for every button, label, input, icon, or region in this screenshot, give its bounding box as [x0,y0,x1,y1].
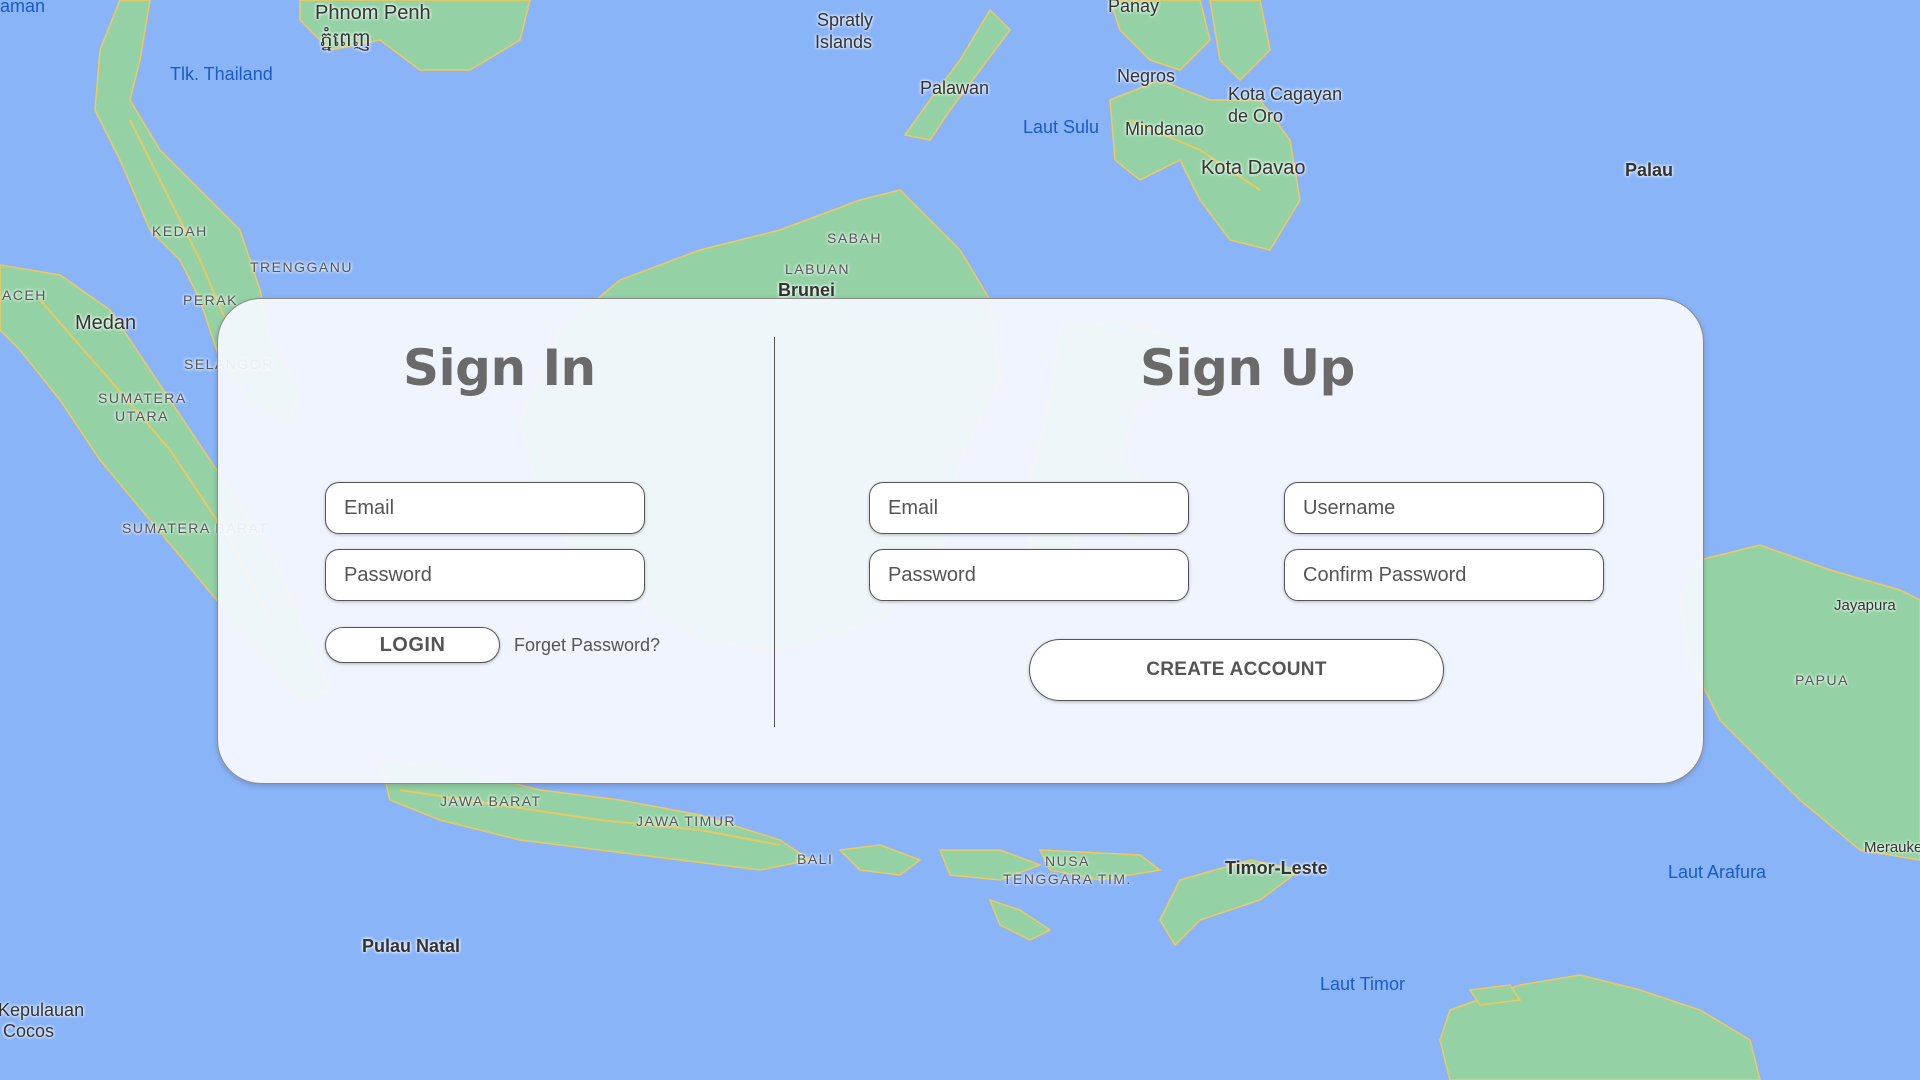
map-label: Palawan [920,78,990,98]
map-label: Kota Davao [1201,157,1306,179]
map-label: KEDAH [152,223,208,239]
map-label: Laut Arafura [1668,862,1767,882]
panel-divider [774,337,775,727]
map-label: Pulau Natal [362,936,461,956]
map-label: TRENGGANU [250,259,353,275]
map-label: BALI [797,851,834,867]
map-label: PAPUA [1795,672,1849,688]
map-label: Cocos [3,1021,55,1041]
map-label: Kota Cagayan [1228,84,1343,104]
map-label: SABAH [827,230,882,246]
map-label: Kepulauan [0,1000,85,1020]
map-label: Tlk. Thailand [170,64,273,84]
map-label: Islands [815,32,873,52]
auth-card: Sign In LOGIN Forget Password? Sign Up C… [217,298,1704,784]
map-label: Panay [1108,0,1160,16]
sign-in-title: Sign In [403,339,596,397]
map-label: JAWA BARAT [440,793,542,809]
map-label: NUSA [1045,853,1090,869]
login-button[interactable]: LOGIN [325,627,500,663]
map-label: ភ្នំពេញ [320,29,371,51]
sign-up-username-input[interactable] [1284,482,1604,534]
map-label: Merauke [1864,839,1920,856]
sign-in-email-input[interactable] [325,482,645,534]
sign-up-confirm-password-input[interactable] [1284,549,1604,601]
map-label: de Oro [1228,106,1284,126]
map-label: Phnom Penh [315,2,431,24]
map-label: Jayapura [1834,597,1896,614]
sign-in-password-input[interactable] [325,549,645,601]
map-label: PERAK [183,292,238,308]
map-label: Timor-Leste [1225,858,1328,878]
map-label: LABUAN [785,261,851,277]
map-label: Negros [1117,66,1176,86]
map-label: aman [0,0,46,16]
sign-up-password-input[interactable] [869,549,1189,601]
create-account-button[interactable]: CREATE ACCOUNT [1029,639,1444,701]
sign-up-email-input[interactable] [869,482,1189,534]
map-label: Medan [75,312,137,334]
map-label: Laut Timor [1320,974,1406,994]
map-label: Spratly [817,10,874,30]
map-label: Mindanao [1125,119,1205,139]
map-label: ACEH [2,287,47,303]
map-label: SUMATERA [98,390,187,406]
forgot-password-link[interactable]: Forget Password? [514,635,660,656]
map-label: Laut Sulu [1023,117,1100,137]
sign-up-title: Sign Up [1140,339,1355,397]
map-label: TENGGARA TIM. [1003,871,1132,887]
map-label: UTARA [115,408,169,424]
map-label: Palau [1625,160,1674,180]
map-label: JAWA TIMUR [636,813,737,829]
